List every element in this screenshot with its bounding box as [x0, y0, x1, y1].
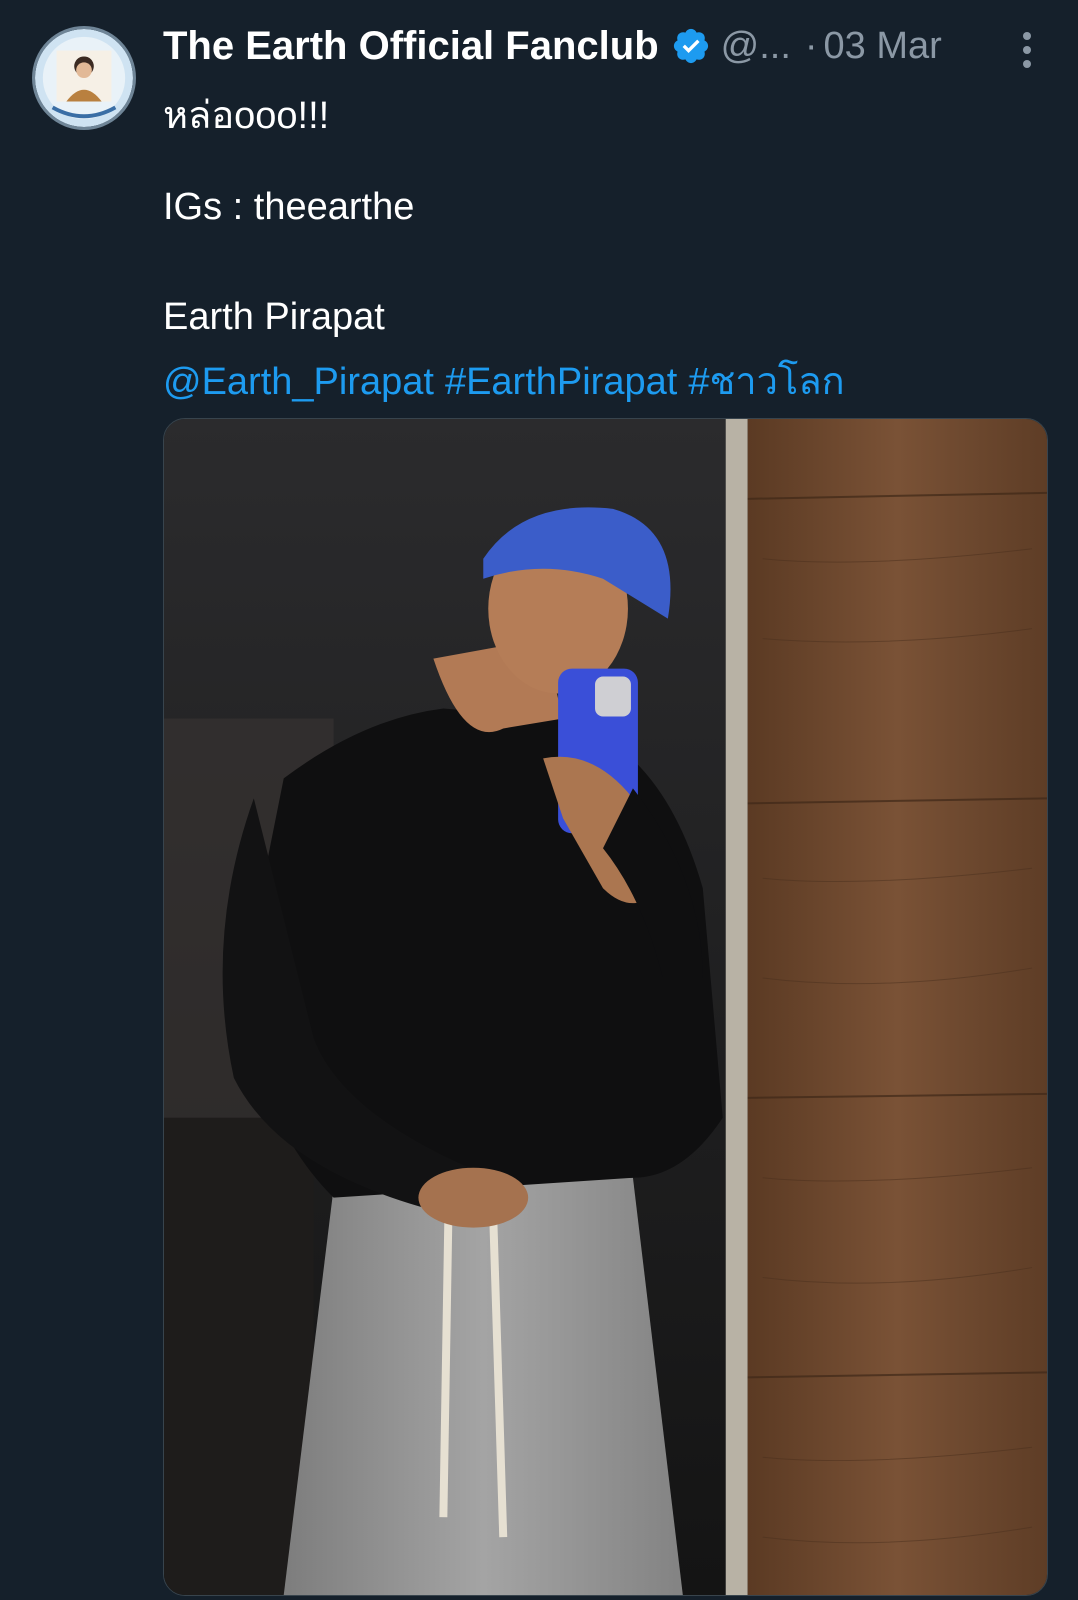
timestamp[interactable]: 03 Mar [824, 25, 942, 68]
tweet-text-line: IGs : theearthe [163, 186, 415, 228]
hashtag-link[interactable]: #ชาวโลก [688, 361, 844, 403]
hashtag-link[interactable]: #EarthPirapat [445, 361, 677, 403]
tweet-text-line: หล่อooo!!! [163, 95, 330, 137]
tweet-photo[interactable] [163, 418, 1048, 1596]
tweet-header: The Earth Official Fanclub @... · 03 Mar [163, 18, 942, 74]
verified-badge-icon [671, 26, 711, 66]
handle[interactable]: @... [721, 25, 791, 68]
mention-link[interactable]: @Earth_Pirapat [163, 361, 434, 403]
separator-dot: · [804, 24, 818, 67]
tweet[interactable]: The Earth Official Fanclub @... · 03 Mar… [0, 0, 1078, 1600]
tweet-text-line: Earth Pirapat [163, 296, 385, 338]
display-name[interactable]: The Earth Official Fanclub [163, 24, 659, 69]
avatar[interactable] [32, 26, 136, 130]
tweet-links: @Earth_Pirapat #EarthPirapat #ชาวโลก [163, 350, 856, 411]
more-options-icon[interactable] [1010, 30, 1044, 70]
